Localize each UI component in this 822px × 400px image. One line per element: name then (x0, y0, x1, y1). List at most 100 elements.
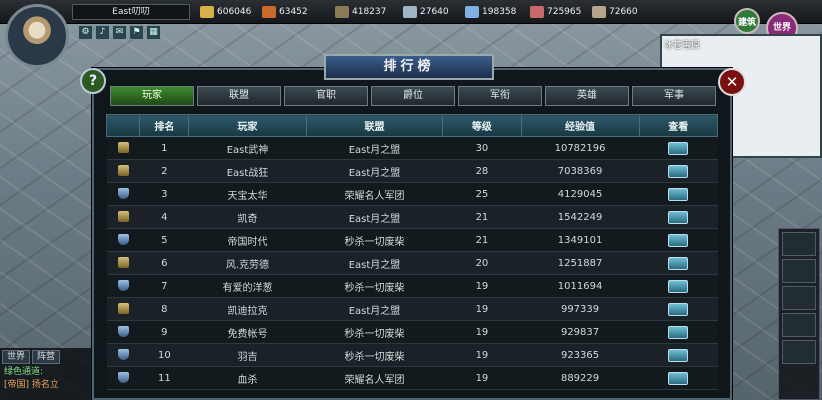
cell-alliance: East月之盟 (306, 205, 443, 229)
cell-player: 风.克劳德 (188, 251, 307, 275)
shield-icon (117, 188, 129, 200)
tab-5[interactable]: 英雄 (545, 86, 629, 106)
cell-view (639, 251, 718, 275)
table-row: 5 帝国时代 秒杀一切废柴 21 1349101 (106, 228, 718, 252)
cell-player: 有爱的洋葱 (188, 274, 307, 298)
cell-alliance: East月之盟 (306, 136, 443, 160)
cell-rank: 5 (139, 228, 189, 252)
table-row: 8 凯迪拉克 East月之盟 19 997339 (106, 297, 718, 321)
cell-rank: 8 (139, 297, 189, 321)
table-header-row: 排名 玩家 联盟 等级 经验值 查看 (105, 114, 719, 137)
quick-slot[interactable] (782, 340, 816, 364)
quick-slot[interactable] (782, 232, 816, 256)
tab-0[interactable]: 玩家 (110, 86, 194, 106)
view-button[interactable] (668, 164, 689, 178)
quick-slot[interactable] (782, 259, 816, 283)
cell-level: 21 (442, 228, 521, 252)
cell-exp: 889229 (521, 366, 640, 390)
cell-view (639, 228, 718, 252)
view-button[interactable] (668, 279, 689, 293)
resource-item: 63452 (262, 3, 308, 20)
cell-exp: 929837 (521, 320, 640, 344)
settings-icon[interactable]: ⚙ (78, 25, 93, 40)
sound-icon[interactable]: ♪ (95, 25, 110, 40)
iron-icon (403, 5, 417, 18)
view-button[interactable] (668, 348, 689, 362)
player-name: East叨叨 (72, 4, 190, 20)
help-button[interactable]: ? (80, 68, 106, 94)
cell-level: 19 (442, 297, 521, 321)
cell-view (639, 366, 718, 390)
resource-value: 725965 (547, 6, 582, 17)
rank-medal-icon (117, 257, 129, 269)
cell-level: 25 (442, 182, 521, 206)
row-badge-cell (106, 343, 140, 367)
tab-4[interactable]: 军衔 (458, 86, 542, 106)
tab-2[interactable]: 官职 (284, 86, 368, 106)
column-header: 联盟 (305, 114, 444, 137)
view-button[interactable] (668, 141, 689, 155)
resource-value: 63452 (279, 6, 308, 17)
table-row: 3 天宝太华 荣耀名人军团 25 4129045 (106, 182, 718, 206)
shield-icon (117, 372, 129, 384)
rank-medal-icon (117, 142, 129, 154)
chat-line: [帝国] 扬名立 (4, 380, 59, 390)
cell-view (639, 320, 718, 344)
chat-tab-world[interactable]: 世界 (2, 350, 31, 364)
cell-player: 羽吉 (188, 343, 307, 367)
cell-player: East战狂 (188, 159, 307, 183)
row-badge-cell (106, 136, 140, 160)
cell-rank: 9 (139, 320, 189, 344)
leaderboard-tabs: 玩家 联盟 官职 爵位 军衔 英雄 军事 (110, 86, 716, 106)
cell-rank: 3 (139, 182, 189, 206)
grid-icon[interactable]: ▦ (146, 25, 161, 40)
resource-value: 198358 (482, 6, 517, 17)
column-header: 查看 (638, 114, 719, 137)
tab-3[interactable]: 爵位 (371, 86, 455, 106)
cell-rank: 4 (139, 205, 189, 229)
view-button[interactable] (668, 233, 689, 247)
close-button[interactable]: ✕ (718, 68, 746, 96)
quick-slot[interactable] (782, 286, 816, 310)
flag-icon[interactable]: ⚑ (129, 25, 144, 40)
tab-1[interactable]: 联盟 (197, 86, 281, 106)
cell-exp: 4129045 (521, 182, 640, 206)
row-badge-cell (106, 366, 140, 390)
row-badge-cell (106, 320, 140, 344)
mail-icon[interactable]: ✉ (112, 25, 127, 40)
rank-medal-icon (117, 303, 129, 315)
row-badge-cell (106, 274, 140, 298)
cell-rank: 1 (139, 136, 189, 160)
cell-view (639, 205, 718, 229)
right-quick-slots (778, 228, 820, 400)
view-button[interactable] (668, 256, 689, 270)
cell-level: 19 (442, 274, 521, 298)
panel-title: 排行榜 (324, 54, 494, 80)
view-button[interactable] (668, 302, 689, 316)
shield-icon (117, 280, 129, 292)
tab-6[interactable]: 军事 (632, 86, 716, 106)
chat-tab-faction[interactable]: 阵营 (32, 350, 61, 364)
player-avatar[interactable] (5, 4, 69, 68)
view-button[interactable] (668, 371, 689, 385)
cell-alliance: East月之盟 (306, 159, 443, 183)
cell-view (639, 297, 718, 321)
cell-level: 19 (442, 343, 521, 367)
column-header: 玩家 (188, 114, 307, 137)
cell-level: 19 (442, 320, 521, 344)
view-button[interactable] (668, 325, 689, 339)
resource-item: 725965 (530, 3, 581, 20)
rank-medal-icon (117, 211, 129, 223)
cell-view (639, 274, 718, 298)
cell-exp: 10782196 (521, 136, 640, 160)
build-button[interactable]: 建筑 (734, 8, 760, 34)
cell-player: 凯迪拉克 (188, 297, 307, 321)
cell-exp: 1349101 (521, 228, 640, 252)
row-badge-cell (106, 228, 140, 252)
cell-exp: 1542249 (521, 205, 640, 229)
cell-view (639, 182, 718, 206)
view-button[interactable] (668, 210, 689, 224)
quick-slot[interactable] (782, 313, 816, 337)
cell-level: 30 (442, 136, 521, 160)
view-button[interactable] (668, 187, 689, 201)
